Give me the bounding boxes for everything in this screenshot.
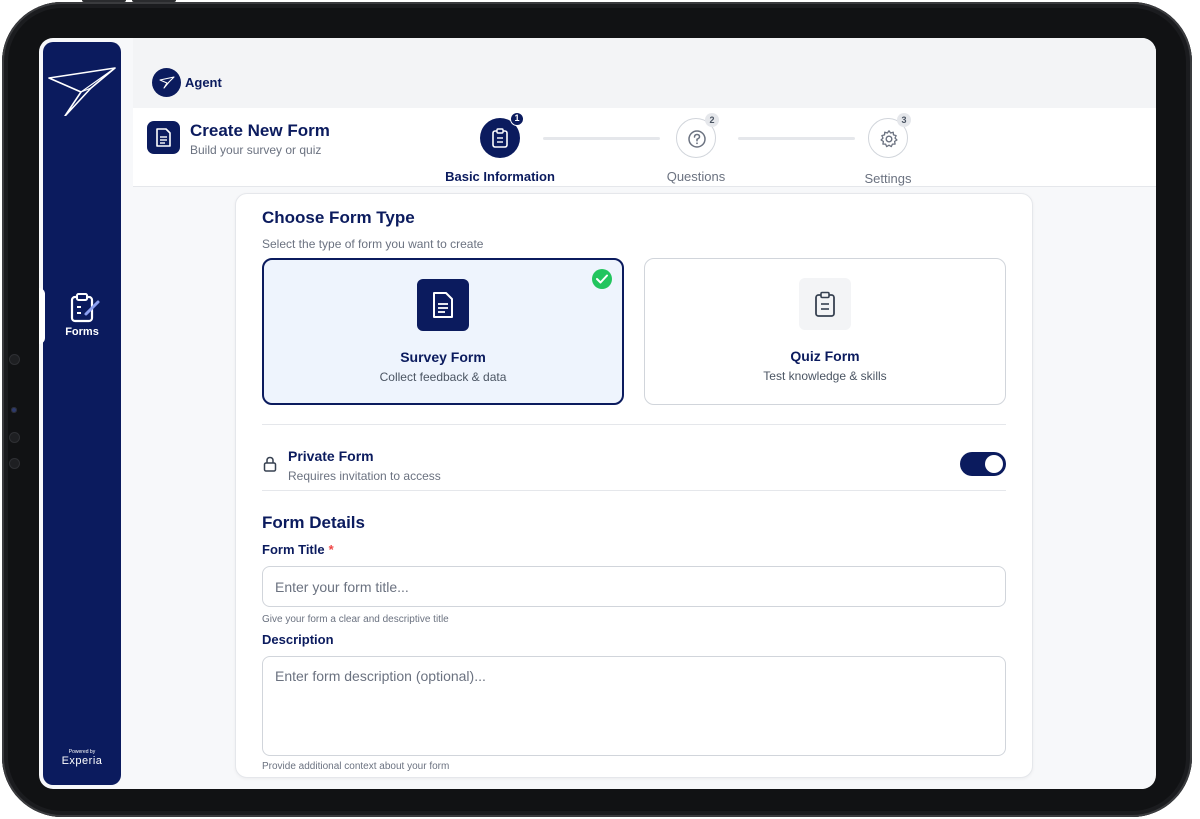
option-subtitle: Test knowledge & skills xyxy=(763,369,887,383)
tablet-bezel: Forms Powered by Experia Agent Create Ne… xyxy=(2,0,1192,817)
private-form-subtitle: Requires invitation to access xyxy=(288,469,441,483)
powered-by: Powered by Experia xyxy=(43,749,121,767)
selected-check-icon xyxy=(592,269,612,289)
sidebar: Forms Powered by Experia xyxy=(39,42,121,785)
option-title: Quiz Form xyxy=(790,348,860,364)
step-label-questions[interactable]: Questions xyxy=(626,169,766,184)
camera-lens xyxy=(11,407,17,413)
divider xyxy=(262,490,1006,491)
divider xyxy=(262,424,1006,425)
side-sensor xyxy=(9,432,20,443)
bird-icon xyxy=(159,76,175,89)
form-title-hint: Give your form a clear and descriptive t… xyxy=(262,614,449,625)
option-subtitle: Collect feedback & data xyxy=(379,370,507,384)
page-header: Create New Form Build your survey or qui… xyxy=(133,108,1156,187)
step-connector xyxy=(543,137,660,140)
section-title-form-type: Choose Form Type xyxy=(262,208,415,227)
agent-avatar[interactable] xyxy=(152,68,181,97)
step-questions[interactable]: 2 xyxy=(676,113,719,158)
side-sensor xyxy=(9,458,20,469)
private-form-title: Private Form xyxy=(288,448,374,464)
page-title: Create New Form xyxy=(190,121,330,140)
gear-icon xyxy=(880,130,898,148)
document-icon xyxy=(417,279,469,331)
description-label: Description xyxy=(262,632,334,647)
option-title: Survey Form xyxy=(400,349,486,365)
agent-name: Agent xyxy=(185,75,222,90)
brand-logo-icon xyxy=(47,66,117,121)
question-circle-icon xyxy=(688,130,706,148)
page-subtitle: Build your survey or quiz xyxy=(190,143,322,157)
form-title-label-text: Form Title xyxy=(262,542,325,557)
step-basic-information[interactable]: 1 xyxy=(480,112,524,158)
form-title-input[interactable] xyxy=(262,566,1006,607)
survey-form-option[interactable]: Survey Form Collect feedback & data xyxy=(262,258,624,405)
power-button xyxy=(132,0,176,2)
clipboard-check-icon xyxy=(69,292,101,329)
step-number-badge: 2 xyxy=(705,113,719,127)
step-label-basic-information[interactable]: Basic Information xyxy=(430,169,570,184)
quiz-form-option[interactable]: Quiz Form Test knowledge & skills xyxy=(644,258,1006,405)
step-connector xyxy=(738,137,855,140)
section-title-form-details: Form Details xyxy=(262,513,365,532)
required-marker: * xyxy=(328,542,334,557)
clipboard-icon xyxy=(492,128,508,148)
form-title-label: Form Title * xyxy=(262,542,334,557)
document-icon xyxy=(147,121,180,154)
step-number-badge: 3 xyxy=(897,113,911,127)
volume-button xyxy=(82,0,126,2)
section-subtitle-form-type: Select the type of form you want to crea… xyxy=(262,237,484,251)
clipboard-icon xyxy=(799,278,851,330)
toggle-knob xyxy=(985,455,1003,473)
sidebar-item-label: Forms xyxy=(65,326,99,338)
top-bar: Agent xyxy=(133,38,1156,108)
powered-by-brand: Experia xyxy=(61,755,103,767)
description-textarea[interactable] xyxy=(262,656,1006,756)
side-sensor xyxy=(9,354,20,365)
description-hint: Provide additional context about your fo… xyxy=(262,761,450,772)
app-screen: Forms Powered by Experia Agent Create Ne… xyxy=(39,38,1156,789)
lock-icon xyxy=(263,456,277,477)
step-settings[interactable]: 3 xyxy=(868,113,911,158)
form-card: Choose Form Type Select the type of form… xyxy=(235,193,1033,778)
step-label-settings[interactable]: Settings xyxy=(818,171,958,186)
step-number-badge: 1 xyxy=(510,112,524,126)
sidebar-item-forms[interactable]: Forms xyxy=(39,288,121,344)
private-form-toggle[interactable] xyxy=(960,452,1006,476)
